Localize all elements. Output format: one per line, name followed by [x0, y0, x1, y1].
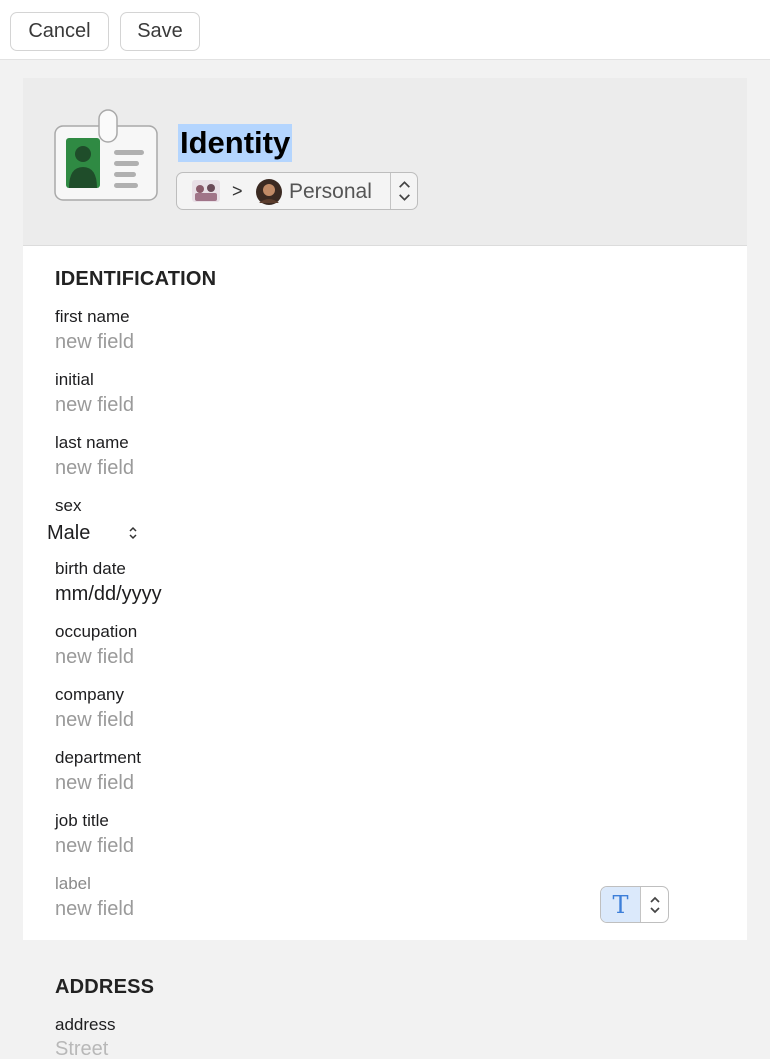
updown-arrows-icon: [390, 173, 410, 209]
vault-thumbnail-icon: [192, 180, 220, 202]
custom-field-value[interactable]: new field: [55, 898, 134, 921]
occupation-label: occupation: [55, 622, 138, 641]
department-label: department: [55, 748, 141, 767]
section-heading-address: ADDRESS: [55, 976, 155, 998]
breadcrumb-chevron: >: [232, 181, 243, 201]
first-name-field[interactable]: new field: [55, 331, 134, 354]
company-label: company: [55, 685, 124, 704]
toolbar: Cancel Save: [0, 0, 770, 60]
birth-date-field[interactable]: mm/dd/yyyy: [55, 583, 162, 606]
updown-arrows-icon: [650, 896, 660, 914]
initial-field[interactable]: new field: [55, 394, 134, 417]
birth-date-label: birth date: [55, 559, 126, 578]
custom-field-label[interactable]: label: [55, 874, 91, 894]
sex-select[interactable]: Male: [47, 519, 147, 547]
updown-arrows-icon: [129, 526, 137, 540]
sex-label: sex: [55, 496, 82, 515]
first-name-label: first name: [55, 307, 130, 326]
occupation-field[interactable]: new field: [55, 646, 134, 669]
street-field[interactable]: Street: [55, 1038, 108, 1059]
field-type-picker[interactable]: T: [600, 886, 669, 923]
item-title[interactable]: Identity: [178, 124, 293, 162]
job-title-field[interactable]: new field: [55, 835, 134, 858]
address-label: address: [55, 1015, 116, 1034]
save-button[interactable]: Save: [120, 12, 200, 51]
department-field[interactable]: new field: [55, 772, 134, 795]
item-editor: Identity > Personal IDENTIFICATION first…: [23, 78, 747, 940]
vault-name: Personal: [289, 180, 372, 203]
cancel-button[interactable]: Cancel: [10, 12, 109, 51]
user-avatar: [256, 179, 282, 205]
section-heading-identification: IDENTIFICATION: [55, 268, 217, 290]
vault-selector[interactable]: > Personal: [176, 172, 418, 210]
id-card-icon: [54, 109, 158, 201]
last-name-label: last name: [55, 433, 129, 452]
sex-value: Male: [47, 521, 91, 544]
job-title-label: job title: [55, 811, 109, 830]
initial-label: initial: [55, 370, 94, 389]
company-field[interactable]: new field: [55, 709, 134, 732]
last-name-field[interactable]: new field: [55, 457, 134, 480]
item-header: Identity > Personal: [23, 78, 747, 246]
text-type-icon: T: [601, 887, 641, 922]
